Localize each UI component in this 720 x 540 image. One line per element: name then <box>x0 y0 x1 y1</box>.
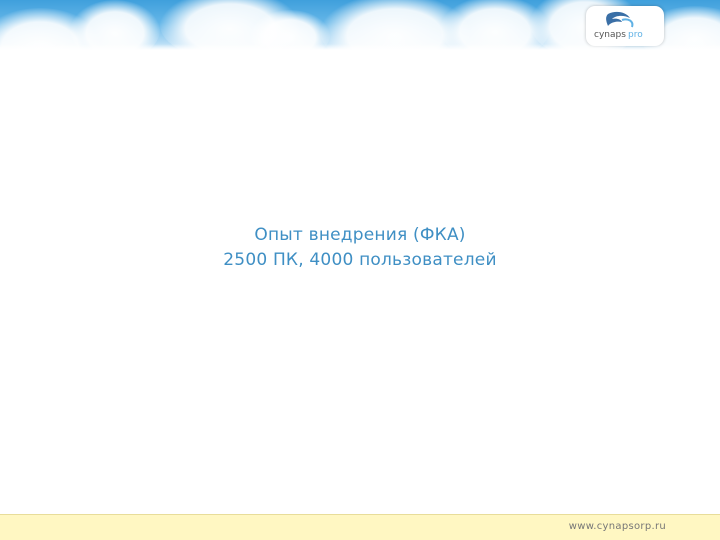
slide-body-text: Опыт внедрения (ФКА) 2500 ПК, 4000 польз… <box>0 223 720 273</box>
slide-line-1: Опыт внедрения (ФКА) <box>254 225 466 245</box>
cynapspro-logo: cynaps pro <box>586 6 664 46</box>
logo-icon: cynaps pro <box>594 11 643 40</box>
slide-line-2: 2500 ПК, 4000 пользователей <box>223 250 497 270</box>
svg-text:pro: pro <box>628 30 643 40</box>
cloud <box>70 0 160 50</box>
cloud <box>250 10 330 50</box>
slide: cynaps pro Опыт внедрения (ФКА) 2500 ПК,… <box>0 0 720 540</box>
svg-text:cynaps: cynaps <box>594 30 626 40</box>
footer-bar: www.cynapsorp.ru <box>0 514 720 540</box>
sky-banner: cynaps pro <box>0 0 720 50</box>
footer-url: www.cynapsorp.ru <box>568 521 666 532</box>
